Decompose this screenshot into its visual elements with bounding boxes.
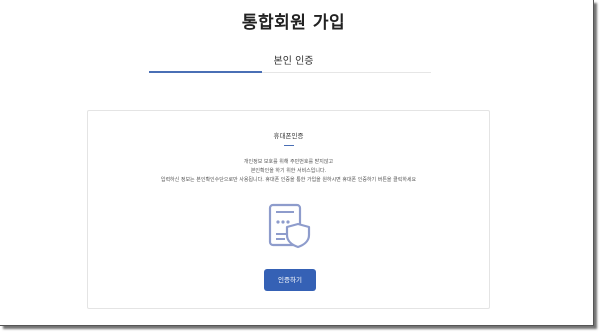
card-title-divider (284, 145, 294, 146)
card-title: 휴대폰인증 (273, 132, 304, 140)
verification-card: 휴대폰인증 개인정보 보호를 위해 주민번호를 받지않고 본인확인을 하기 위한… (87, 110, 490, 309)
page-frame: 통합회원 가입 본인 인증 휴대폰인증 개인정보 보호를 위해 주민번호를 받지… (0, 0, 594, 326)
page-title: 통합회원 가입 (241, 13, 346, 33)
description-line: 개인정보 보호를 위해 주민번호를 받지않고 (243, 159, 334, 165)
tab-identity-verification: 본인 인증 (273, 56, 314, 67)
description-line: 입력하신 정보는 본인확인수단으로만 사용됩니다. 휴대폰 인증을 통한 가입을… (160, 177, 417, 183)
phone-shield-icon (268, 203, 311, 249)
verify-button[interactable]: 인증하기 (264, 269, 316, 291)
description-line: 본인확인을 하기 위한 서비스입니다. (250, 168, 327, 174)
step-progress-fill (149, 71, 262, 73)
